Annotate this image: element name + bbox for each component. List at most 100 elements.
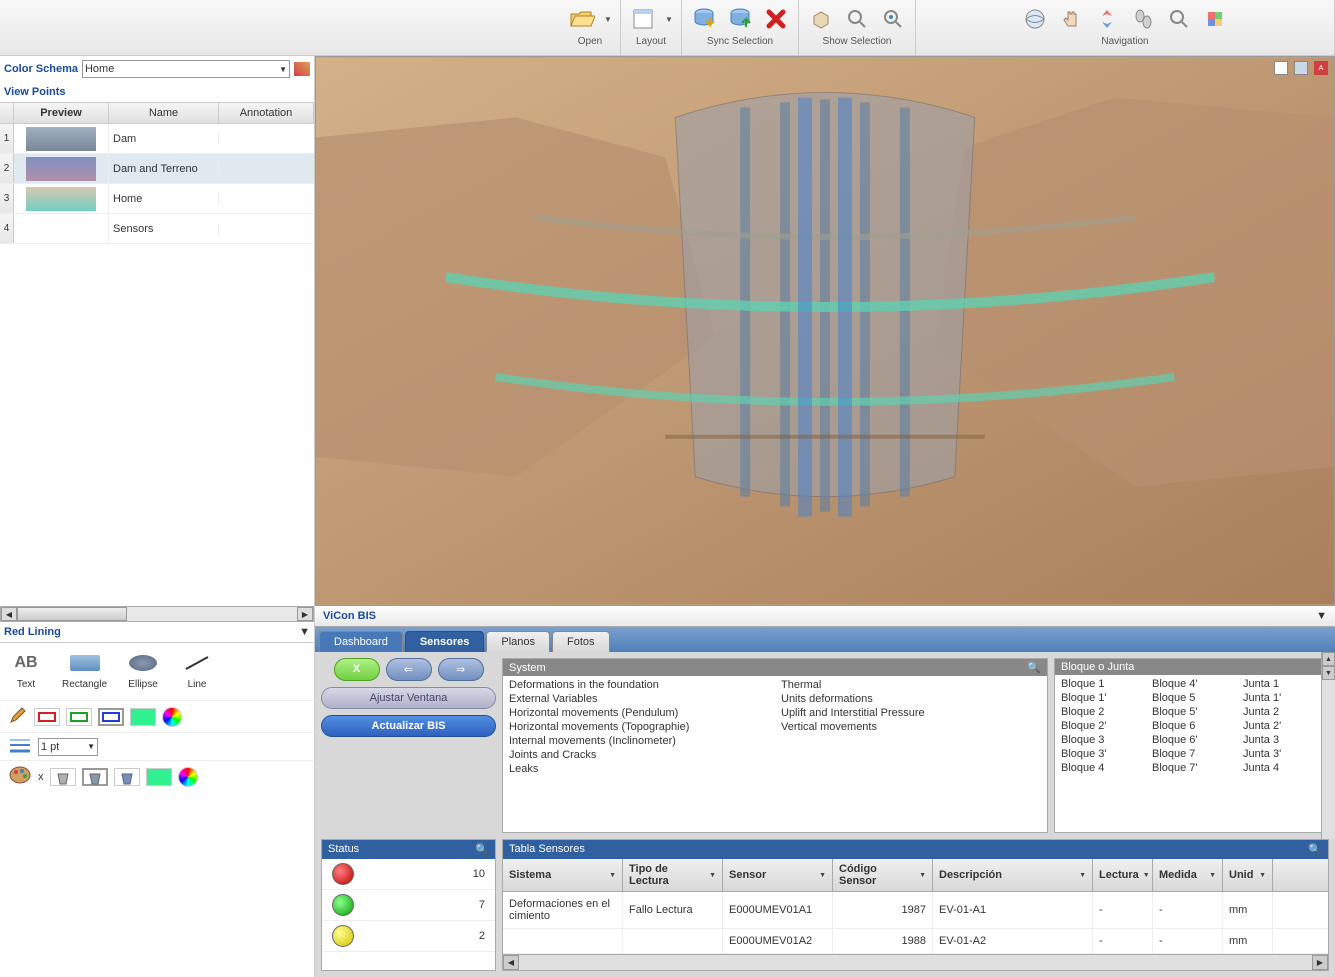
list-item[interactable]: Junta 3' xyxy=(1243,747,1322,761)
viewport-copy-icon[interactable] xyxy=(1274,61,1288,75)
nav-hand-icon[interactable] xyxy=(1057,5,1085,33)
list-item[interactable]: Thermal xyxy=(781,678,1041,692)
list-item[interactable]: Bloque 6 xyxy=(1152,719,1231,733)
3d-viewport[interactable]: A xyxy=(315,56,1335,606)
text-tool[interactable]: ABText xyxy=(8,653,44,690)
status-green-row[interactable]: 7 xyxy=(322,890,495,921)
list-item[interactable]: Internal movements (Inclinometer) xyxy=(509,734,769,748)
open-dropdown-icon[interactable]: ▼ xyxy=(604,15,612,24)
search-icon[interactable]: 🔍 xyxy=(1308,843,1322,856)
list-item[interactable]: Uplift and Interstitial Pressure xyxy=(781,706,1041,720)
col-medida[interactable]: Medida▼ xyxy=(1153,859,1223,891)
pencil-icon[interactable] xyxy=(8,705,28,728)
col-unidad[interactable]: Unid▼ xyxy=(1223,859,1273,891)
status-yellow-row[interactable]: 2 xyxy=(322,921,495,952)
list-item[interactable]: Bloque 2' xyxy=(1061,719,1140,733)
sync-down-icon[interactable] xyxy=(690,5,718,33)
nav-walk-icon[interactable] xyxy=(1129,5,1157,33)
palette-icon[interactable] xyxy=(8,765,32,788)
color-wheel2-icon[interactable] xyxy=(178,767,198,787)
list-item[interactable]: Junta 3 xyxy=(1243,733,1322,747)
sync-cancel-icon[interactable] xyxy=(762,5,790,33)
list-item[interactable]: Horizontal movements (Pendulum) xyxy=(509,706,769,720)
nav-globe-icon[interactable] xyxy=(1021,5,1049,33)
chevron-down-icon[interactable]: ▼ xyxy=(1316,610,1327,622)
x-button[interactable]: X xyxy=(334,658,380,681)
list-item[interactable]: Deformations in the foundation xyxy=(509,678,769,692)
list-item[interactable]: Bloque 7 xyxy=(1152,747,1231,761)
open-icon[interactable] xyxy=(568,5,596,33)
fill-green[interactable] xyxy=(130,708,156,726)
list-item[interactable]: Junta 4 xyxy=(1243,761,1322,775)
rectangle-tool[interactable]: Rectangle xyxy=(62,653,107,690)
list-item[interactable]: Bloque 4' xyxy=(1152,677,1231,691)
list-item[interactable]: Vertical movements xyxy=(781,720,1041,734)
side-hscroll[interactable]: ◀▶ xyxy=(0,606,314,622)
col-lectura[interactable]: Lectura▼ xyxy=(1093,859,1153,891)
list-item[interactable]: Junta 2 xyxy=(1243,705,1322,719)
viewpoint-row[interactable]: 2Dam and Terreno xyxy=(0,154,314,184)
search-icon[interactable]: 🔍 xyxy=(1027,661,1041,674)
show-box-icon[interactable] xyxy=(807,5,835,33)
col-annotation[interactable]: Annotation xyxy=(219,103,314,123)
color-schema-select[interactable]: Home▼ xyxy=(82,60,290,78)
list-item[interactable]: Bloque 3 xyxy=(1061,733,1140,747)
bis-vscroll[interactable]: ▲▼ xyxy=(1321,652,1335,839)
list-item[interactable]: Leaks xyxy=(509,762,769,776)
nav-orbit-icon[interactable] xyxy=(1093,5,1121,33)
lineweight-select[interactable]: 1 pt▼ xyxy=(38,738,98,756)
list-item[interactable]: External Variables xyxy=(509,692,769,706)
chevron-down-icon[interactable]: ▼ xyxy=(299,626,310,638)
nav-back-button[interactable]: ⇐ xyxy=(386,658,432,681)
tab-dashboard[interactable]: Dashboard xyxy=(319,631,403,652)
nav-cube-icon[interactable] xyxy=(1201,5,1229,33)
outline-red[interactable] xyxy=(34,708,60,726)
list-item[interactable]: Junta 1' xyxy=(1243,691,1322,705)
list-item[interactable]: Bloque 3' xyxy=(1061,747,1140,761)
list-item[interactable]: Bloque 2 xyxy=(1061,705,1140,719)
outline-green[interactable] xyxy=(66,708,92,726)
list-item[interactable]: Bloque 5 xyxy=(1152,691,1231,705)
fill-green2[interactable] xyxy=(146,768,172,786)
tabla-row[interactable]: Deformaciones en el cimiento Fallo Lectu… xyxy=(503,892,1328,929)
tabla-hscroll[interactable]: ◀▶ xyxy=(503,954,1328,970)
list-item[interactable]: Bloque 4 xyxy=(1061,761,1140,775)
tabla-row[interactable]: E000UMEV01A2 1988 EV-01-A2 - - mm xyxy=(503,929,1328,954)
tab-planos[interactable]: Planos xyxy=(486,631,550,652)
sync-up-icon[interactable] xyxy=(726,5,754,33)
outline-blue[interactable] xyxy=(98,708,124,726)
lineweight-icon[interactable] xyxy=(8,737,32,756)
color-swatch-icon[interactable] xyxy=(294,62,310,76)
col-sistema[interactable]: Sistema▼ xyxy=(503,859,623,891)
viewpoint-row[interactable]: 4Sensors xyxy=(0,214,314,244)
layout-icon[interactable] xyxy=(629,5,657,33)
list-item[interactable]: Joints and Cracks xyxy=(509,748,769,762)
nav-zoom-icon[interactable] xyxy=(1165,5,1193,33)
col-sensor[interactable]: Sensor▼ xyxy=(723,859,833,891)
viewport-save-icon[interactable] xyxy=(1294,61,1308,75)
viewpoint-row[interactable]: 3Home xyxy=(0,184,314,214)
list-item[interactable]: Bloque 6' xyxy=(1152,733,1231,747)
search-icon[interactable]: 🔍 xyxy=(475,843,489,856)
list-item[interactable]: Bloque 1' xyxy=(1061,691,1140,705)
viewport-pdf-icon[interactable]: A xyxy=(1314,61,1328,75)
viewpoint-row[interactable]: 1Dam xyxy=(0,124,314,154)
layout-dropdown-icon[interactable]: ▼ xyxy=(665,15,673,24)
bucket1-icon[interactable] xyxy=(50,768,76,786)
list-item[interactable]: Units deformations xyxy=(781,692,1041,706)
list-item[interactable]: Horizontal movements (Topographie) xyxy=(509,720,769,734)
list-item[interactable]: Junta 1 xyxy=(1243,677,1322,691)
status-red-row[interactable]: 10 xyxy=(322,859,495,890)
color-wheel-icon[interactable] xyxy=(162,707,182,727)
show-zoom2-icon[interactable] xyxy=(879,5,907,33)
list-item[interactable]: Bloque 7' xyxy=(1152,761,1231,775)
col-preview[interactable]: Preview xyxy=(14,103,109,123)
tab-sensores[interactable]: Sensores xyxy=(405,631,485,652)
list-item[interactable]: Junta 2' xyxy=(1243,719,1322,733)
ajustar-button[interactable]: Ajustar Ventana xyxy=(321,687,496,709)
bucket3-icon[interactable] xyxy=(114,768,140,786)
nav-fwd-button[interactable]: ⇒ xyxy=(438,658,484,681)
list-item[interactable]: Bloque 5' xyxy=(1152,705,1231,719)
actualizar-button[interactable]: Actualizar BIS xyxy=(321,715,496,737)
show-zoom1-icon[interactable] xyxy=(843,5,871,33)
